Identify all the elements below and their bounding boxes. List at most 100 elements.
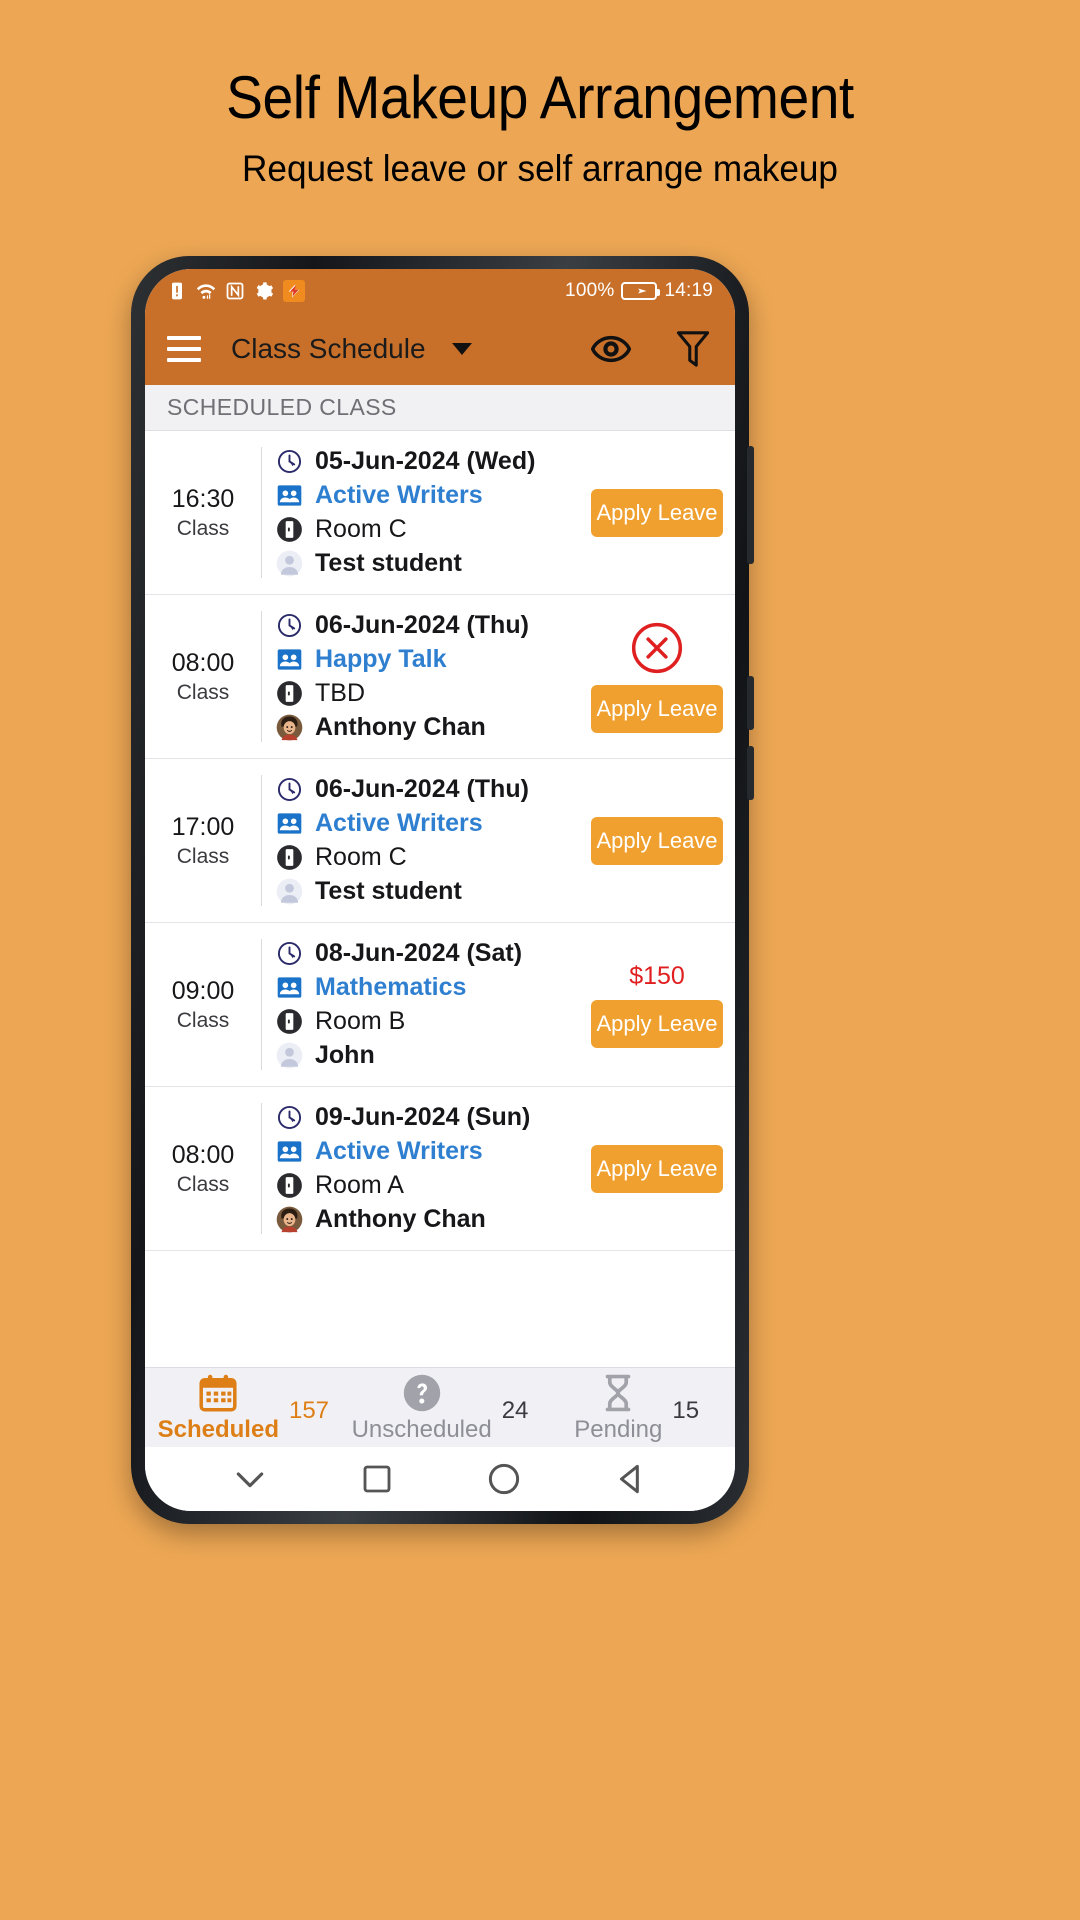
collapse-icon[interactable] [230, 1459, 270, 1499]
tab-pending[interactable]: Pending 15 [538, 1368, 735, 1447]
apply-leave-button[interactable]: Apply Leave [591, 488, 723, 537]
power-button[interactable] [747, 446, 754, 564]
class-time: 08:00 [171, 648, 235, 677]
volume-down-button[interactable] [747, 746, 754, 800]
chevron-down-icon[interactable] [451, 343, 472, 355]
clock-time: 14:19 [664, 280, 713, 301]
tab-label: Scheduled [157, 1415, 279, 1443]
class-actions: Apply Leave [585, 1103, 735, 1234]
class-date-row: 06-Jun-2024 (Thu) [276, 775, 585, 804]
clock-icon [277, 613, 302, 638]
class-details: 08-Jun-2024 (Sat) Mathematics Room B John [261, 939, 585, 1070]
toolbar-title: Class Schedule [231, 333, 426, 364]
class-name[interactable]: Mathematics [315, 973, 466, 1002]
battery-charging-icon [621, 282, 661, 300]
app-toolbar: Class Schedule [145, 313, 735, 385]
class-actions: $150 Apply Leave [585, 939, 735, 1070]
room-icon [277, 845, 302, 870]
class-details: 09-Jun-2024 (Sun) Active Writers Room A Ant… [261, 1103, 585, 1234]
promo-page: Self Makeup Arrangement Request leave or… [0, 0, 1080, 1920]
apply-leave-button[interactable]: Apply Leave [591, 1144, 723, 1193]
class-time-cell: 17:00 Class [145, 775, 261, 906]
class-date: 09-Jun-2024 (Sun) [315, 1103, 531, 1131]
class-date: 06-Jun-2024 (Thu) [315, 775, 529, 803]
avatar [276, 1042, 303, 1069]
room-icon [277, 1009, 302, 1034]
hourglass-icon [605, 1374, 631, 1411]
tab-label: Pending [574, 1415, 663, 1443]
class-time-cell: 08:00 Class [145, 1103, 261, 1234]
bottom-tab-bar[interactable]: Scheduled 157 Unscheduled 24 Pending 15 [145, 1367, 735, 1447]
class-details: 06-Jun-2024 (Thu) Happy Talk TBD Anthony Ch… [261, 611, 585, 742]
status-bar-icons [167, 280, 305, 302]
triangle-back-icon[interactable] [612, 1460, 650, 1498]
class-name-row[interactable]: Active Writers [276, 481, 585, 510]
class-student-row: John [276, 1041, 585, 1070]
class-time: 09:00 [171, 976, 235, 1005]
class-time: 17:00 [171, 812, 235, 841]
table-row[interactable]: 08:00 Class 09-Jun-2024 (Sun) Active Writer… [145, 1087, 735, 1251]
avatar [276, 1206, 303, 1233]
class-room-row: Room A [276, 1171, 585, 1200]
class-name[interactable]: Happy Talk [315, 645, 447, 674]
apply-leave-button[interactable]: Apply Leave [591, 816, 723, 865]
class-date: 08-Jun-2024 (Sat) [315, 939, 523, 967]
battery-percent: 100% [565, 280, 615, 301]
status-bar-right: 100% 14:19 [565, 280, 713, 302]
tab-content: Scheduled [158, 1372, 279, 1444]
class-details: 06-Jun-2024 (Thu) Active Writers Room C Tes… [261, 775, 585, 906]
apply-leave-button[interactable]: Apply Leave [591, 999, 723, 1048]
clock-icon [277, 941, 302, 966]
class-date-row: 05-Jun-2024 (Wed) [276, 447, 585, 476]
tab-count: 15 [672, 1397, 700, 1424]
clock-icon [277, 449, 302, 474]
class-name[interactable]: Active Writers [315, 1137, 483, 1166]
eye-icon[interactable] [591, 329, 631, 369]
class-type-label: Class [176, 844, 230, 868]
room-icon [277, 517, 302, 542]
room-icon [277, 1173, 302, 1198]
class-name[interactable]: Active Writers [315, 809, 483, 838]
table-row[interactable]: 08:00 Class 06-Jun-2024 (Thu) Happy Talk TBD… [145, 595, 735, 759]
apply-leave-button[interactable]: Apply Leave [591, 685, 723, 733]
square-icon[interactable] [359, 1461, 395, 1497]
table-row[interactable]: 09:00 Class 08-Jun-2024 (Sat) Mathematics Ro… [145, 923, 735, 1087]
class-date: 05-Jun-2024 (Wed) [315, 447, 536, 475]
student-name: Anthony Chan [315, 713, 486, 741]
class-room-row: TBD [276, 679, 585, 708]
class-name[interactable]: Active Writers [315, 481, 483, 510]
phone-screen: 100% 14:19 Class Schedule SCHEDULED CLAS… [145, 269, 735, 1511]
avatar [276, 714, 303, 741]
class-room: TBD [315, 679, 365, 707]
tab-scheduled[interactable]: Scheduled 157 [145, 1368, 342, 1447]
tab-content: Unscheduled [352, 1372, 492, 1444]
class-date-row: 08-Jun-2024 (Sat) [276, 939, 585, 968]
class-name-row[interactable]: Active Writers [276, 809, 585, 838]
class-time-cell: 08:00 Class [145, 611, 261, 742]
class-room-row: Room B [276, 1007, 585, 1036]
cancel-icon[interactable] [629, 620, 685, 676]
hamburger-icon[interactable] [167, 336, 201, 362]
class-group-icon [277, 813, 302, 834]
class-student-row: Test student [276, 549, 585, 578]
class-date: 06-Jun-2024 (Thu) [315, 611, 529, 639]
app-icon [283, 280, 305, 302]
class-name-row[interactable]: Happy Talk [276, 645, 585, 674]
student-name: Test student [315, 877, 462, 905]
table-row[interactable]: 17:00 Class 06-Jun-2024 (Thu) Active Writer… [145, 759, 735, 923]
android-nav-bar [145, 1447, 735, 1511]
class-name-row[interactable]: Mathematics [276, 973, 585, 1002]
tab-unscheduled[interactable]: Unscheduled 24 [342, 1368, 539, 1447]
filter-icon[interactable] [673, 328, 713, 370]
class-type-label: Class [176, 1172, 230, 1196]
student-name: Anthony Chan [315, 1205, 486, 1233]
gear-icon [256, 282, 274, 300]
page-subtitle: Request leave or self arrange makeup [242, 148, 838, 189]
class-list[interactable]: 16:30 Class 05-Jun-2024 (Wed) Active Writer… [145, 431, 735, 1367]
volume-up-button[interactable] [747, 676, 754, 730]
table-row[interactable]: 16:30 Class 05-Jun-2024 (Wed) Active Writer… [145, 431, 735, 595]
class-name-row[interactable]: Active Writers [276, 1137, 585, 1166]
sim-alert-icon [172, 282, 182, 300]
class-date-row: 06-Jun-2024 (Thu) [276, 611, 585, 640]
circle-icon[interactable] [485, 1460, 523, 1498]
